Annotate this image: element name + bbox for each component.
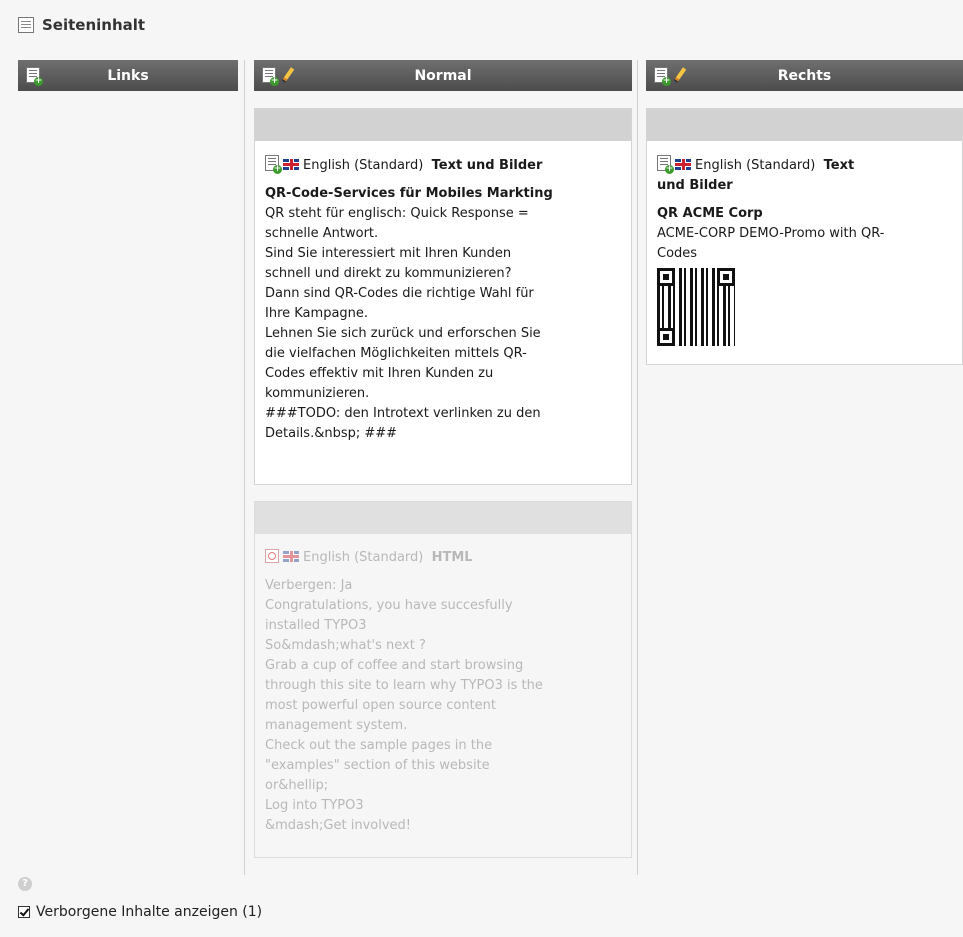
text-line: Check out the sample pages in the [265, 738, 493, 753]
text-line: installed TYPO3 [265, 618, 367, 633]
page-content-icon [18, 17, 34, 33]
qr-code-image [657, 268, 735, 346]
content-element-text-images[interactable]: English (Standard) Text und Bilder QR-Co… [254, 108, 632, 485]
element-header: English (Standard) HTML [265, 548, 621, 568]
column-title-links: Links [107, 67, 149, 84]
help-icon[interactable]: ? [18, 877, 32, 891]
text-line: &mdash;Get involved! [265, 818, 411, 833]
content-type-label: Text [823, 158, 855, 173]
content-type-icon[interactable] [265, 155, 282, 174]
text-line: Dann sind QR-Codes die richtige Wahl für [265, 286, 534, 301]
text-line: Codes effektiv mit Ihren Kunden zu [265, 366, 494, 381]
element-heading: QR-Code-Services für Mobiles Markting [265, 186, 553, 201]
text-line: Grab a cup of coffee and start browsing [265, 658, 524, 673]
show-hidden-checkbox[interactable] [18, 906, 30, 918]
content-element-qr-acme[interactable]: English (Standard) Text und Bilder QR AC… [646, 108, 963, 365]
text-line: through this site to learn why TYPO3 is … [265, 678, 543, 693]
text-line: ###TODO: den Introtext verlinken zu den [265, 406, 541, 421]
show-hidden-toggle[interactable]: Verborgene Inhalte anzeigen (1) [18, 904, 262, 920]
text-line: Codes [657, 246, 698, 261]
text-line: Ihre Kampagne. [265, 306, 369, 321]
column-divider [244, 60, 245, 875]
element-body: QR ACME Corp ACME-CORP DEMO-Promo with Q… [657, 204, 952, 346]
text-line: So&mdash;what's next ? [265, 638, 426, 653]
element-drag-bar[interactable] [647, 109, 962, 141]
text-line: Sind Sie interessiert mit Ihren Kunden [265, 246, 512, 261]
text-line: schnell und direkt zu kommunizieren? [265, 266, 512, 281]
show-hidden-label: Verborgene Inhalte anzeigen (1) [36, 904, 263, 920]
content-type-icon[interactable] [657, 155, 674, 174]
flag-gb-icon [283, 159, 299, 170]
element-header: English (Standard) Text und Bilder [265, 155, 621, 176]
page-header: Seiteninhalt [18, 16, 145, 34]
column-divider [637, 60, 638, 875]
element-heading: QR ACME Corp [657, 206, 763, 221]
flag-gb-icon [283, 551, 299, 562]
text-line: Verbergen: Ja [265, 578, 353, 593]
flag-gb-icon [675, 159, 691, 170]
language-label: English (Standard) [695, 158, 816, 173]
text-line: or&hellip; [265, 778, 329, 793]
text-line: "examples" section of this website [265, 758, 490, 773]
language-label: English (Standard) [303, 158, 424, 173]
element-drag-bar[interactable] [255, 502, 631, 534]
column-header-normal: Normal [254, 60, 632, 91]
column-header-rechts: Rechts [646, 60, 963, 91]
text-line: kommunizieren. [265, 386, 370, 401]
qr-finder-pattern [657, 268, 675, 286]
content-type-label: Text und Bilder [431, 158, 543, 173]
element-drag-bar[interactable] [255, 109, 631, 141]
language-label: English (Standard) [303, 550, 424, 565]
hidden-content-icon[interactable] [265, 549, 279, 563]
text-line: ACME-CORP DEMO-Promo with QR- [657, 226, 885, 241]
text-line: schnelle Antwort. [265, 226, 379, 241]
column-title-normal: Normal [414, 67, 472, 84]
text-line: QR steht für englisch: Quick Response = [265, 206, 529, 221]
content-type-label: und Bilder [657, 178, 733, 193]
qr-finder-pattern [717, 268, 735, 286]
column-header-links: Links [18, 60, 238, 91]
text-line: most powerful open source content [265, 698, 497, 713]
element-body: Verbergen: Ja Congratulations, you have … [265, 576, 621, 836]
column-title-rechts: Rechts [777, 67, 832, 84]
qr-finder-pattern [657, 328, 675, 346]
content-element-html-hidden[interactable]: English (Standard) HTML Verbergen: Ja Co… [254, 501, 632, 858]
text-line: Log into TYPO3 [265, 798, 364, 813]
content-type-label: HTML [431, 550, 473, 565]
text-line: Congratulations, you have succesfully [265, 598, 513, 613]
text-line: die vielfachen Möglichkeiten mittels QR- [265, 346, 527, 361]
text-line: Details.&nbsp; ### [265, 426, 398, 441]
element-header: English (Standard) Text und Bilder [657, 155, 952, 196]
element-body: QR-Code-Services für Mobiles Markting QR… [265, 184, 621, 444]
text-line: Lehnen Sie sich zurück und erforschen Si… [265, 326, 541, 341]
text-line: management system. [265, 718, 408, 733]
page-title: Seiteninhalt [42, 16, 146, 34]
